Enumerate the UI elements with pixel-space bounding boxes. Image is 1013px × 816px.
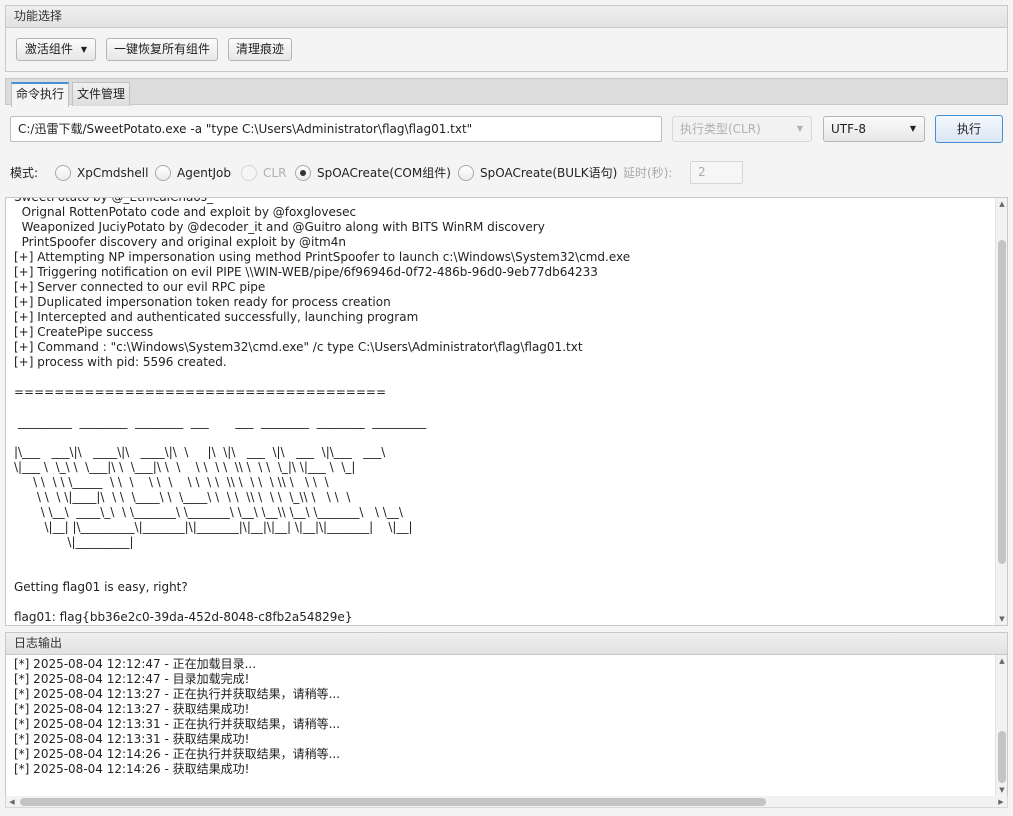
restore-all-button[interactable]: 一键恢复所有组件 (106, 38, 218, 61)
command-input[interactable]: C:/迅雷下载/SweetPotato.exe -a "type C:\User… (10, 116, 662, 142)
command-output-text: SweetPotato by @_EthicalChaos_ Orignal R… (14, 197, 631, 624)
exec-type-label: 执行类型(CLR) (680, 122, 761, 136)
radio-label: CLR (263, 166, 287, 180)
output-scroll-thumb[interactable] (998, 240, 1006, 564)
function-panel-title: 功能选择 (6, 6, 1007, 28)
log-horizontal-scrollbar[interactable]: ◀ ▶ (5, 796, 1008, 808)
output-vertical-scrollbar[interactable]: ▲ ▼ (995, 198, 1007, 625)
activate-component-label: 激活组件 (24, 42, 73, 56)
radio-agentjob[interactable]: AgentJob (155, 164, 231, 182)
log-hscroll-thumb[interactable] (20, 798, 766, 806)
chevron-down-icon: ▼ (796, 124, 803, 133)
radio-indicator (55, 165, 71, 181)
scroll-down-icon[interactable]: ▼ (996, 613, 1007, 625)
radio-spoacreate-com[interactable]: SpOACreate(COM组件) (295, 164, 451, 182)
scroll-up-icon[interactable]: ▲ (996, 198, 1007, 210)
log-output-area[interactable]: [*] 2025-08-04 12:12:47 - 正在加载目录... [*] … (5, 655, 1008, 797)
execute-button[interactable]: 执行 (935, 115, 1003, 143)
encoding-label: UTF-8 (831, 122, 866, 136)
radio-indicator (295, 165, 311, 181)
radio-spoacreate-bulk[interactable]: SpOACreate(BULK语句) (458, 164, 617, 182)
encoding-select[interactable]: UTF-8 ▼ (823, 116, 925, 142)
log-vertical-scrollbar[interactable]: ▲ ▼ (995, 655, 1007, 796)
scroll-up-icon[interactable]: ▲ (996, 655, 1007, 667)
radio-clr: CLR (241, 164, 286, 182)
tab-file-manager[interactable]: 文件管理 (72, 82, 131, 106)
delay-label: 延时(秒): (623, 166, 673, 180)
radio-indicator (241, 165, 257, 181)
log-scroll-thumb[interactable] (998, 731, 1006, 783)
radio-indicator (155, 165, 171, 181)
radio-label: SpOACreate(BULK语句) (480, 166, 618, 180)
scroll-right-icon[interactable]: ▶ (995, 796, 1007, 808)
mode-label: 模式: (10, 166, 39, 180)
delay-input: 2 (690, 161, 743, 184)
chevron-down-icon: ▼ (909, 124, 916, 133)
exec-type-select[interactable]: 执行类型(CLR) ▼ (672, 116, 812, 142)
log-panel-title: 日志输出 (6, 633, 1007, 655)
scroll-left-icon[interactable]: ◀ (6, 796, 18, 808)
radio-indicator (458, 165, 474, 181)
tab-command-exec[interactable]: 命令执行 (11, 82, 70, 107)
radio-label: XpCmdshell (77, 166, 149, 180)
activate-component-dropdown[interactable]: 激活组件 ▼ (16, 38, 96, 61)
tab-bar: 命令执行 文件管理 (5, 78, 1008, 107)
command-output-area[interactable]: SweetPotato by @_EthicalChaos_ Orignal R… (5, 197, 1008, 626)
radio-xpcmdshell[interactable]: XpCmdshell (55, 164, 148, 182)
radio-label: SpOACreate(COM组件) (317, 166, 451, 180)
scroll-down-icon[interactable]: ▼ (996, 784, 1007, 796)
clean-traces-button[interactable]: 清理痕迹 (228, 38, 292, 61)
chevron-down-icon: ▼ (80, 45, 88, 54)
log-output-text: [*] 2025-08-04 12:12:47 - 正在加载目录... [*] … (14, 657, 341, 776)
radio-label: AgentJob (177, 166, 232, 180)
